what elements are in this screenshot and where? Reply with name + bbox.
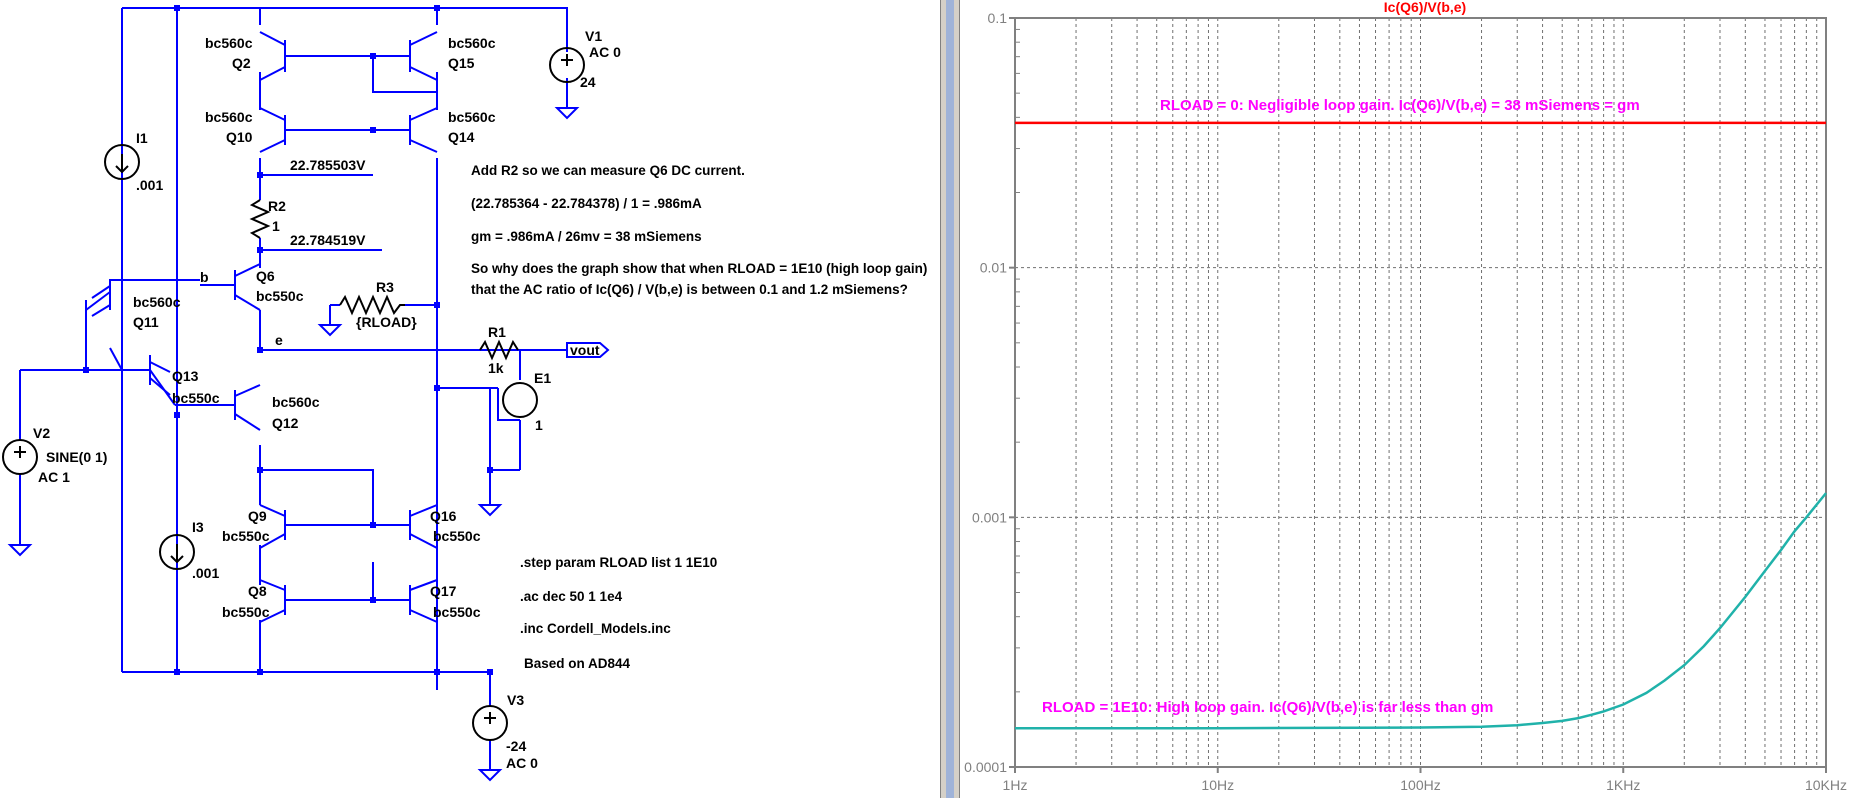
q10-name: Q10 bbox=[226, 129, 253, 145]
i3-value: .001 bbox=[192, 565, 219, 581]
e1-gain: 1 bbox=[535, 417, 543, 433]
voltage-readout-bottom: 22.784519V bbox=[290, 232, 366, 248]
v2-name: V2 bbox=[33, 425, 50, 441]
e1-name: E1 bbox=[534, 370, 551, 386]
v2-ac: AC 1 bbox=[38, 469, 70, 485]
node-b-label: b bbox=[200, 269, 209, 285]
node-e-label: e bbox=[275, 332, 283, 348]
note-line: So why does the graph show that when RLO… bbox=[471, 261, 927, 276]
v3-ac: AC 0 bbox=[506, 755, 538, 771]
y-tick-label: 0.001 bbox=[972, 509, 1007, 525]
q17-name: Q17 bbox=[430, 583, 457, 599]
i1-value: .001 bbox=[136, 177, 163, 193]
q6-name: Q6 bbox=[256, 268, 275, 284]
q17-model: bc550c bbox=[433, 604, 481, 620]
schematic-canvas[interactable]: vout V1 AC 0 24 V2 SINE(0 1) AC 1 V3 -24… bbox=[0, 0, 940, 798]
r2-symbol bbox=[249, 199, 271, 239]
x-tick-label: 1KHz bbox=[1606, 777, 1640, 793]
x-tick-label: 10Hz bbox=[1201, 777, 1234, 793]
q15-model: bc560c bbox=[448, 35, 496, 51]
q14-name: Q14 bbox=[448, 129, 475, 145]
q12-model: bc560c bbox=[272, 394, 320, 410]
note-line: Add R2 so we can measure Q6 DC current. bbox=[471, 163, 745, 178]
v1-name: V1 bbox=[585, 28, 602, 44]
q2-name: Q2 bbox=[232, 55, 251, 71]
ground-symbol bbox=[554, 107, 580, 120]
q15-name: Q15 bbox=[448, 55, 475, 71]
q6-model: bc550c bbox=[256, 288, 304, 304]
directive-comment: Based on AD844 bbox=[524, 656, 631, 671]
r1-name: R1 bbox=[488, 324, 506, 340]
v2-sine: SINE(0 1) bbox=[46, 449, 107, 465]
r3-symbol bbox=[339, 294, 405, 316]
q11-name: Q11 bbox=[133, 314, 159, 330]
splitter-bar[interactable] bbox=[946, 0, 954, 798]
note-line: (22.785364 - 22.784378) / 1 = .986mA bbox=[471, 196, 702, 211]
top-rail-wire bbox=[122, 7, 568, 52]
vout-label: vout bbox=[570, 342, 600, 358]
r1-value: 1k bbox=[488, 360, 504, 376]
e1-symbol bbox=[502, 382, 538, 418]
annotation-rload-0: RLOAD = 0: Negligible loop gain. Ic(Q6)/… bbox=[1160, 97, 1640, 114]
note-line: that the AC ratio of Ic(Q6) / V(b,e) is … bbox=[471, 282, 908, 297]
voltage-readout-top: 22.785503V bbox=[290, 157, 366, 173]
q16-model: bc550c bbox=[433, 528, 481, 544]
y-tick-label: 0.01 bbox=[980, 260, 1007, 276]
x-tick-label: 1Hz bbox=[1003, 777, 1028, 793]
r3-name: R3 bbox=[376, 279, 394, 295]
plot-title[interactable]: Ic(Q6)/V(b,e) bbox=[1384, 0, 1466, 15]
q11-model: bc560c bbox=[133, 294, 181, 310]
q8-model: bc550c bbox=[222, 604, 270, 620]
r2-value: 1 bbox=[272, 218, 280, 234]
pane-splitter[interactable] bbox=[940, 0, 960, 798]
q14-model: bc560c bbox=[448, 109, 496, 125]
q9-name: Q9 bbox=[248, 508, 267, 524]
r2-name: R2 bbox=[268, 198, 286, 214]
x-axis[interactable]: 1Hz 10Hz 100Hz 1KHz 10KHz bbox=[1003, 767, 1847, 793]
i1-name: I1 bbox=[136, 130, 148, 146]
annotation-rload-1e10: RLOAD = 1E10: High loop gain. Ic(Q6)/V(b… bbox=[1042, 699, 1493, 716]
directive-step: .step param RLOAD list 1 1E10 bbox=[520, 555, 717, 570]
x-tick-label: 10KHz bbox=[1805, 777, 1847, 793]
x-tick-label: 100Hz bbox=[1400, 777, 1440, 793]
ground-symbol bbox=[477, 504, 503, 517]
ground-symbol bbox=[317, 324, 343, 337]
bottom-rail-wire bbox=[122, 671, 491, 706]
v1-ac: AC 0 bbox=[589, 44, 621, 60]
q13-name: Q13 bbox=[172, 368, 199, 384]
note-line: gm = .986mA / 26mv = 38 mSiemens bbox=[471, 229, 702, 244]
plot-grid bbox=[1015, 18, 1826, 767]
y-tick-label: 0.1 bbox=[988, 10, 1008, 26]
q12-name: Q12 bbox=[272, 415, 299, 431]
ground-symbol bbox=[477, 769, 503, 782]
q16-name: Q16 bbox=[430, 508, 457, 524]
q2-model: bc560c bbox=[205, 35, 253, 51]
ground-symbol bbox=[7, 544, 33, 557]
directive-ac: .ac dec 50 1 1e4 bbox=[520, 589, 623, 604]
v1-dc: 24 bbox=[580, 74, 596, 90]
q9-model: bc550c bbox=[222, 528, 270, 544]
y-tick-label: 0.0001 bbox=[964, 759, 1007, 775]
v3-name: V3 bbox=[507, 692, 524, 708]
q8-name: Q8 bbox=[248, 583, 267, 599]
y-axis[interactable]: 0.0001 0.001 0.01 0.1 bbox=[964, 10, 1015, 775]
r3-value: {RLOAD} bbox=[356, 314, 417, 330]
waveform-plot[interactable]: Ic(Q6)/V(b,e) 0.0001 0.001 0.01 0.1 1Hz 10Hz… bbox=[960, 0, 1867, 798]
directive-inc: .inc Cordell_Models.inc bbox=[520, 621, 671, 636]
q10-model: bc560c bbox=[205, 109, 253, 125]
i3-name: I3 bbox=[192, 519, 204, 535]
v3-dc: -24 bbox=[506, 738, 526, 754]
q13-model: bc550c bbox=[172, 390, 220, 406]
